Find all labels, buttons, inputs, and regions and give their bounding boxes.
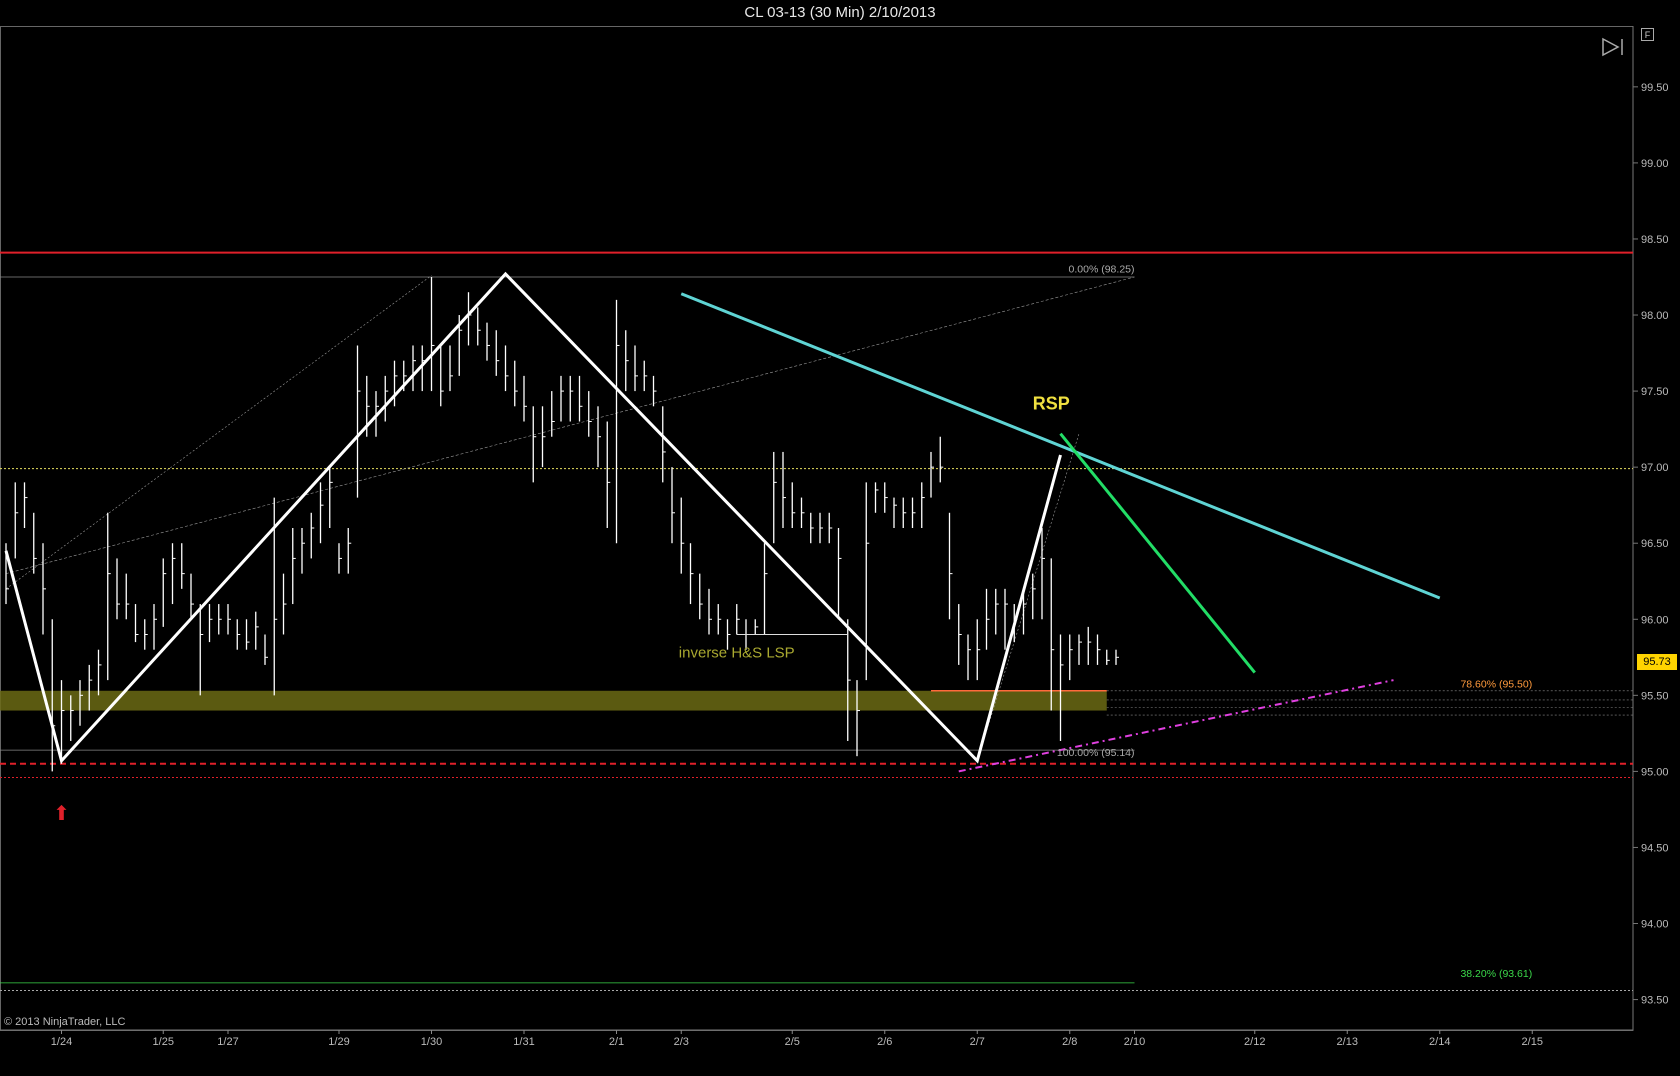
fan-line xyxy=(976,433,1080,761)
plot-frame xyxy=(0,26,1634,1031)
y-tick-label: 94.50 xyxy=(1641,842,1669,854)
y-tick-label: 95.00 xyxy=(1641,766,1669,778)
play-end-icon[interactable] xyxy=(1600,36,1626,58)
x-tick-label: 2/13 xyxy=(1337,1036,1358,1048)
chart-canvas[interactable]: 99.50 99.00 98.50 98.00 97.50 97.00 96.50 96.00… xyxy=(0,0,1680,1076)
chart-annotation: RSP xyxy=(1033,393,1070,413)
fan-line xyxy=(5,275,432,590)
x-tick-label: 2/7 xyxy=(970,1036,985,1048)
x-tick-label: 2/8 xyxy=(1062,1036,1077,1048)
y-tick-label: 98.50 xyxy=(1641,234,1669,246)
x-tick-label: 2/6 xyxy=(877,1036,892,1048)
x-tick-label: 2/1 xyxy=(609,1036,624,1048)
y-tick-label: 97.00 xyxy=(1641,462,1669,474)
chart-annotation: 78.60% (95.50) xyxy=(1460,679,1532,691)
float-button[interactable]: F xyxy=(1641,28,1654,41)
x-tick-label: 1/29 xyxy=(328,1036,349,1048)
x-tick-label: 1/24 xyxy=(51,1036,72,1048)
y-tick-label: 96.00 xyxy=(1641,614,1669,626)
x-tick-label: 1/30 xyxy=(421,1036,442,1048)
y-tick-label: 95.50 xyxy=(1641,690,1669,702)
chart-annotation: 38.20% (93.61) xyxy=(1460,968,1532,980)
zigzag-line xyxy=(4,271,1062,764)
y-tick-label: 96.50 xyxy=(1641,538,1669,550)
x-tick-label: 2/10 xyxy=(1124,1036,1145,1048)
y-tick-label: 94.00 xyxy=(1641,919,1669,931)
x-tick-label: 2/14 xyxy=(1429,1036,1450,1048)
current-price-tag: 95.73 xyxy=(1637,654,1677,670)
x-tick-label: 2/15 xyxy=(1522,1036,1543,1048)
fan-line xyxy=(5,276,1135,574)
y-tick-label: 99.00 xyxy=(1641,158,1669,170)
chart-annotation: 0.00% (98.25) xyxy=(1069,263,1135,275)
x-tick-label: 1/31 xyxy=(513,1036,534,1048)
support-zone xyxy=(0,690,1107,711)
y-tick-label: 99.50 xyxy=(1641,82,1669,94)
x-tick-label: 2/5 xyxy=(785,1036,800,1048)
trend-line xyxy=(680,292,1441,600)
copyright-notice: © 2013 NinjaTrader, LLC xyxy=(4,1016,126,1028)
chart-annotation: 100.00% (95.14) xyxy=(1057,747,1135,759)
y-tick-label: 98.00 xyxy=(1641,310,1669,322)
y-tick-label: 93.50 xyxy=(1641,995,1669,1007)
x-tick-label: 1/27 xyxy=(217,1036,238,1048)
x-tick-label: 2/12 xyxy=(1244,1036,1265,1048)
y-tick-label: 97.50 xyxy=(1641,386,1669,398)
chart-annotation: inverse H&S LSP xyxy=(679,644,795,661)
x-tick-label: 2/3 xyxy=(674,1036,689,1048)
trend-line xyxy=(1059,432,1256,674)
x-tick-label: 1/25 xyxy=(153,1036,174,1048)
signal-arrow-icon: ⬆ xyxy=(53,803,70,825)
